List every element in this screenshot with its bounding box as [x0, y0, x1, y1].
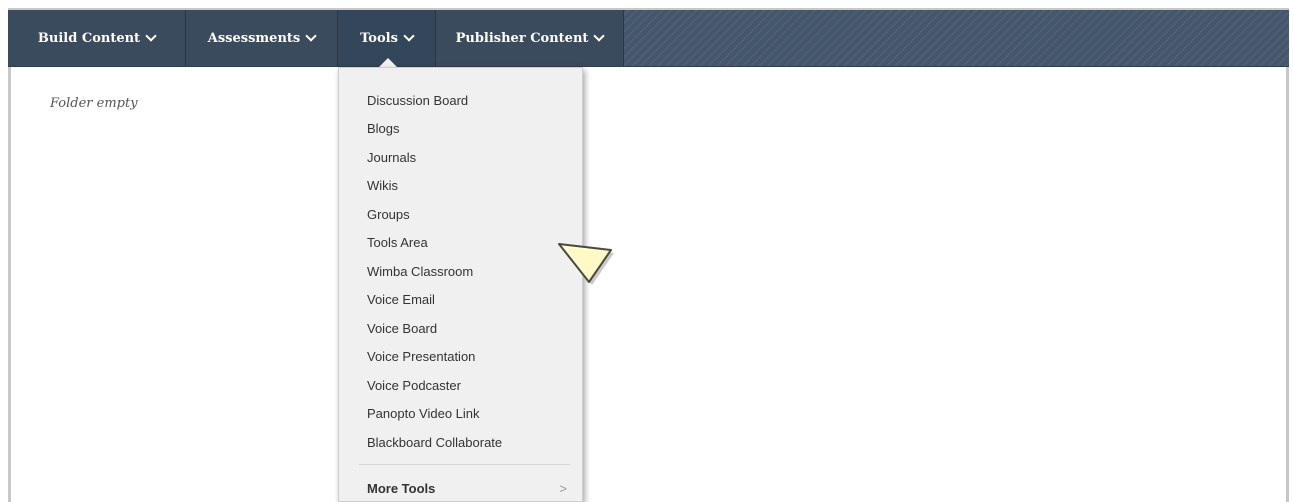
menu-item-blogs[interactable]: Blogs — [367, 114, 577, 142]
menu-item-voice-podcaster[interactable]: Voice Podcaster — [367, 371, 577, 399]
menu-item-discussion-board[interactable]: Discussion Board — [367, 86, 577, 114]
folder-empty-text: Folder empty — [50, 96, 138, 111]
course-menubar: Build Content Assessments Tools Publishe… — [8, 10, 1289, 67]
chevron-down-icon — [305, 29, 317, 42]
chevron-down-icon — [145, 29, 157, 42]
menu-item-groups[interactable]: Groups — [367, 200, 577, 228]
arrow-pointer-icon — [555, 236, 615, 293]
content-frame — [8, 8, 1289, 502]
publisher-content-label: Publisher Content — [455, 30, 589, 46]
menu-item-voice-presentation[interactable]: Voice Presentation — [367, 342, 577, 370]
menu-item-tools-area[interactable]: Tools Area — [367, 228, 577, 256]
active-menu-indicator — [379, 58, 397, 67]
assessments-menu-button[interactable]: Assessments — [186, 10, 338, 66]
menu-item-journals[interactable]: Journals — [367, 143, 577, 171]
assessments-label: Assessments — [207, 30, 301, 46]
tools-dropdown-menu: Discussion Board Blogs Journals Wikis Gr… — [338, 67, 583, 502]
build-content-label: Build Content — [37, 30, 141, 46]
menu-item-wimba-classroom[interactable]: Wimba Classroom — [367, 257, 577, 285]
publisher-content-menu-button[interactable]: Publisher Content — [436, 10, 624, 66]
tools-label: Tools — [360, 30, 398, 46]
chevron-right-icon: > — [559, 480, 567, 496]
more-tools-label: More Tools — [367, 480, 436, 496]
menu-item-voice-email[interactable]: Voice Email — [367, 285, 577, 313]
chevron-down-icon — [593, 29, 606, 42]
menu-item-wikis[interactable]: Wikis — [367, 171, 577, 199]
menu-item-blackboard-collaborate[interactable]: Blackboard Collaborate — [367, 428, 577, 456]
menu-item-more-tools[interactable]: More Tools > — [367, 474, 567, 502]
menu-item-panopto-video-link[interactable]: Panopto Video Link — [367, 399, 577, 427]
chevron-down-icon — [403, 29, 415, 42]
menu-item-voice-board[interactable]: Voice Board — [367, 314, 577, 342]
build-content-menu-button[interactable]: Build Content — [8, 10, 186, 66]
menu-divider — [359, 464, 570, 465]
